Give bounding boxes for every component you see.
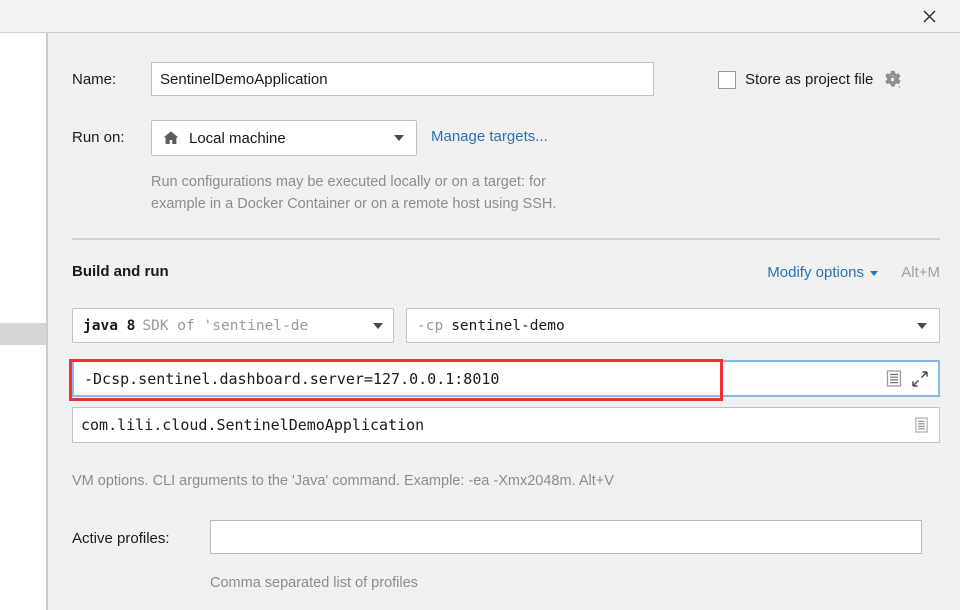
close-icon[interactable] (912, 0, 946, 32)
classpath-flag: -cp (417, 317, 444, 334)
store-as-project-file-checkbox[interactable] (718, 70, 736, 89)
modify-options-link[interactable]: Modify options (767, 264, 878, 281)
dialog-title-bar (0, 0, 960, 33)
run-configuration-main-pane: Name: SentinelDemoApplication Store as p… (48, 33, 960, 610)
modify-options-shortcut: Alt+M (901, 264, 940, 281)
name-label: Name: (72, 71, 117, 88)
run-on-help-text: Run configurations may be executed local… (151, 171, 711, 216)
name-input[interactable]: SentinelDemoApplication (151, 62, 654, 96)
section-separator (72, 238, 940, 240)
store-as-project-file-label: Store as project file (745, 71, 874, 88)
run-on-selected-value: Local machine (189, 129, 286, 147)
build-and-run-title: Build and run (72, 263, 169, 280)
chevron-down-icon (870, 271, 878, 276)
home-icon (162, 129, 180, 147)
run-on-label: Run on: (72, 129, 125, 146)
document-list-icon[interactable] (911, 414, 931, 436)
run-on-help-line-2: example in a Docker Container or on a re… (151, 196, 557, 213)
main-class-value: com.lili.cloud.SentinelDemoApplication (81, 416, 425, 434)
vm-options-hint: VM options. CLI arguments to the 'Java' … (72, 473, 614, 489)
expand-icon[interactable] (910, 368, 930, 390)
main-class-input[interactable]: com.lili.cloud.SentinelDemoApplication (72, 407, 940, 443)
modify-options-label: Modify options (767, 264, 864, 281)
chevron-down-icon (917, 322, 927, 329)
manage-targets-link[interactable]: Manage targets... (431, 128, 548, 145)
active-profiles-hint: Comma separated list of profiles (210, 575, 418, 591)
store-as-project-file-group: Store as project file (718, 69, 903, 90)
classpath-dropdown[interactable]: -cp sentinel-demo (406, 308, 940, 343)
document-list-icon[interactable] (884, 368, 904, 390)
jdk-name: java 8 (83, 317, 136, 334)
tree-selected-item[interactable] (0, 323, 46, 345)
gear-icon[interactable] (882, 69, 903, 90)
jdk-description: SDK of 'sentinel-de (142, 317, 309, 334)
name-input-value: SentinelDemoApplication (160, 70, 328, 88)
vm-options-input[interactable]: -Dcsp.sentinel.dashboard.server=127.0.0.… (72, 360, 940, 397)
run-on-help-line-1: Run configurations may be executed local… (151, 174, 546, 190)
classpath-module: sentinel-demo (451, 317, 565, 334)
active-profiles-label: Active profiles: (72, 530, 170, 547)
run-on-dropdown[interactable]: Local machine (151, 120, 417, 156)
configurations-tree-panel[interactable] (0, 33, 46, 610)
jdk-dropdown[interactable]: java 8 SDK of 'sentinel-de (72, 308, 394, 343)
chevron-down-icon (394, 135, 404, 141)
active-profiles-input[interactable] (210, 520, 922, 554)
chevron-down-icon (373, 322, 383, 329)
vm-options-value: -Dcsp.sentinel.dashboard.server=127.0.0.… (84, 369, 500, 388)
